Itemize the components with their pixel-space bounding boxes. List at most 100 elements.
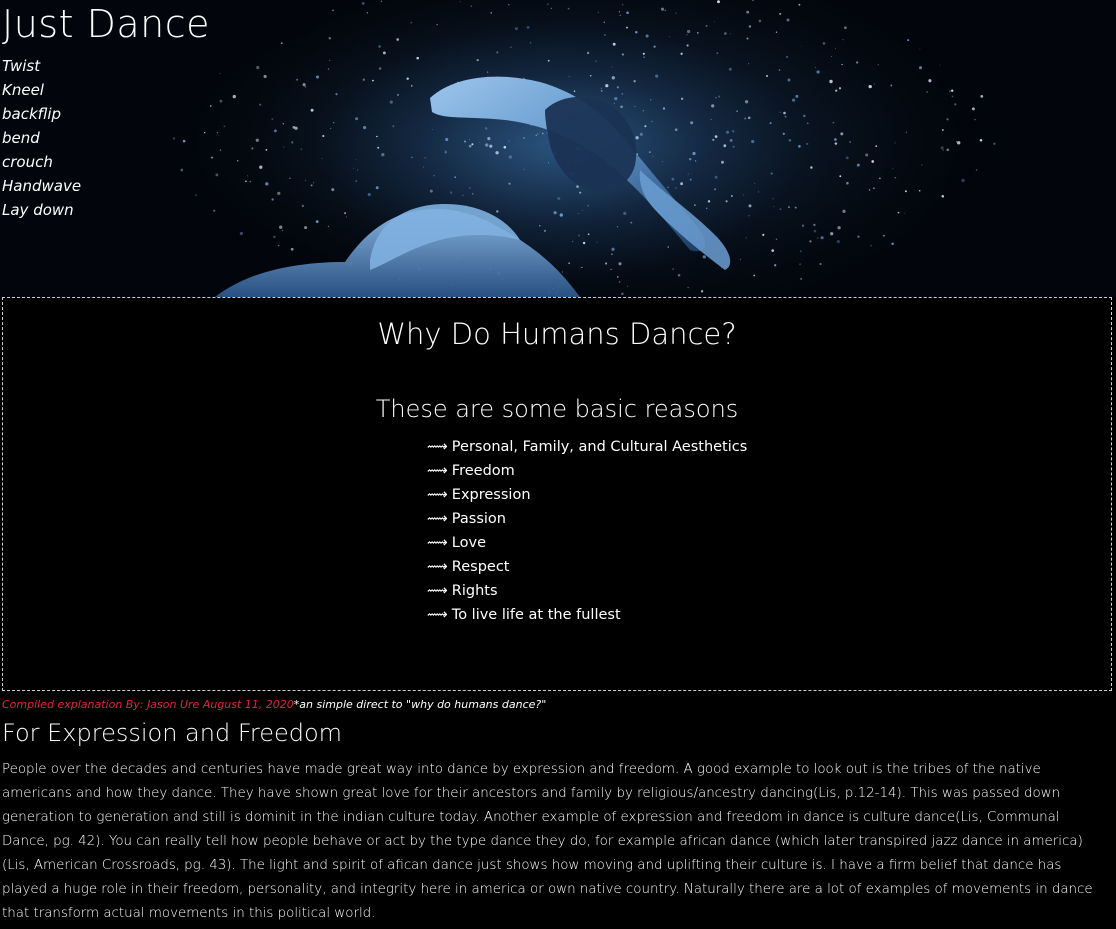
squiggle-arrow-icon: ⟿: [427, 511, 448, 527]
particle-dot: [611, 76, 615, 80]
particle-dot: [769, 122, 772, 125]
particle-dot: [236, 159, 239, 162]
particle-dot: [322, 134, 325, 138]
particle-dot: [210, 156, 214, 159]
particle-dot: [486, 71, 489, 73]
particle-dot: [290, 247, 294, 251]
particle-dot: [245, 180, 247, 183]
particle-dot: [662, 107, 666, 110]
move-item-bend: bend: [2, 129, 40, 147]
particle-dot: [788, 138, 792, 142]
particle-dot: [302, 83, 306, 87]
particle-dot: [610, 268, 612, 271]
reason-item: ⟿ Love: [427, 531, 747, 555]
particle-dot: [712, 138, 715, 141]
particle-dot: [611, 253, 613, 256]
particle-dot: [837, 226, 841, 230]
particle-dot: [726, 130, 730, 134]
particle-dot: [223, 125, 226, 128]
particle-dot: [873, 83, 875, 85]
reason-item: ⟿ Respect: [427, 555, 747, 579]
particle-dot: [611, 247, 615, 251]
particle-dot: [277, 191, 281, 196]
particle-dot: [372, 79, 374, 82]
particle-dot: [779, 111, 782, 114]
particle-dot: [577, 212, 580, 215]
particle-dot: [942, 149, 944, 151]
particle-dot: [219, 99, 223, 103]
particle-dot: [845, 156, 849, 160]
particle-dot: [946, 148, 950, 152]
particle-dot: [817, 237, 819, 239]
particle-dot: [650, 99, 652, 101]
particle-dot: [941, 195, 945, 198]
particle-dot: [329, 59, 331, 62]
particle-dot: [946, 118, 949, 121]
particle-dot: [612, 42, 616, 46]
reason-item: ⟿ Rights: [427, 579, 747, 603]
particle-dot: [974, 119, 976, 121]
particle-dot: [713, 21, 715, 22]
particle-dot: [686, 34, 688, 36]
particle-dot: [546, 132, 548, 134]
particle-dot: [378, 45, 381, 48]
particle-dot: [771, 249, 775, 252]
squiggle-arrow-icon: ⟿: [427, 487, 448, 503]
particle-dot: [690, 121, 694, 125]
particle-dot: [680, 97, 684, 100]
particle-dot: [857, 235, 860, 238]
particle-dot: [259, 165, 263, 169]
particle-dot: [219, 149, 222, 151]
particle-dot: [961, 178, 965, 183]
reasons-box: Why Do Humans Dance? These are some basi…: [2, 297, 1112, 691]
particle-dot: [667, 186, 669, 188]
particle-dot: [686, 29, 691, 34]
particle-dot: [469, 139, 471, 141]
particle-dot: [879, 177, 881, 180]
particle-dot: [468, 144, 472, 148]
particle-dot: [553, 211, 557, 215]
particle-dot: [954, 103, 957, 106]
particle-dot: [745, 237, 747, 239]
particle-dot: [478, 141, 480, 143]
reason-item-label: To live life at the fullest: [451, 607, 621, 623]
particle-dot: [327, 225, 330, 228]
particle-dot: [256, 66, 260, 70]
particle-dot: [573, 90, 576, 92]
particle-dot: [476, 58, 479, 62]
particle-dot: [758, 19, 762, 23]
particle-dot: [720, 160, 725, 164]
particle-dot: [689, 178, 692, 181]
particle-dot: [567, 7, 570, 10]
reasons-list: ⟿ Personal, Family, and Cultural Aestheti…: [427, 435, 747, 627]
particle-dot: [849, 141, 852, 143]
particle-dot: [870, 244, 872, 247]
particle-dot: [310, 108, 314, 112]
particle-dot: [489, 144, 493, 148]
particle-dot: [660, 7, 665, 11]
particle-dot: [951, 89, 954, 92]
particle-dot: [677, 274, 681, 277]
particle-dot: [265, 182, 269, 186]
reason-item-label: Freedom: [451, 463, 515, 479]
particle-dot: [557, 197, 561, 200]
particle-dot: [263, 74, 267, 79]
particle-dot: [614, 103, 615, 105]
particle-dot: [655, 74, 659, 78]
reason-item-label: Personal, Family, and Cultural Aesthetic…: [451, 439, 748, 455]
particle-dot: [618, 262, 622, 266]
particle-dot: [707, 200, 711, 203]
particle-dot: [926, 90, 929, 93]
particle-dot: [333, 122, 335, 124]
particle-dot: [810, 166, 813, 169]
particle-dot: [366, 12, 369, 14]
move-item-handwave: Handwave: [2, 177, 82, 195]
particle-dot: [470, 5, 472, 7]
move-item-kneel: Kneel: [2, 81, 44, 99]
particle-dot: [648, 151, 651, 153]
particle-dot: [271, 198, 274, 201]
particle-dot: [697, 32, 699, 34]
particle-dot: [600, 87, 603, 89]
particle-dot: [653, 45, 656, 48]
particle-dot: [715, 97, 717, 99]
